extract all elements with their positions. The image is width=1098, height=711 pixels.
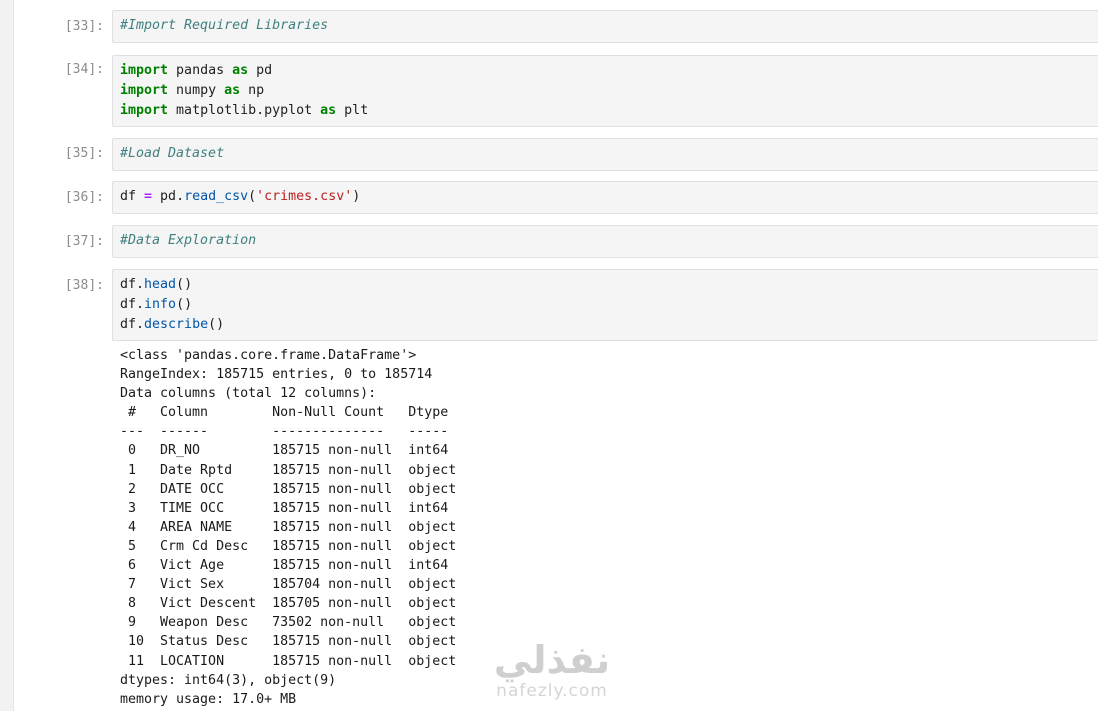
cell-prompt: [35]: [64, 146, 104, 161]
code-comment: #Import Required Libraries [120, 18, 329, 33]
code-line-import-matplotlib: import matplotlib.pyplot as plt [120, 103, 369, 118]
code-comment: #Data Exploration [120, 233, 257, 248]
code-comment: #Load Dataset [120, 146, 225, 161]
code-line-describe: df.describe() [120, 317, 225, 332]
output-line: 10 Status Desc 185715 non-null object [120, 634, 457, 650]
watermark-latin: nafezly.com [496, 681, 608, 701]
output-line: # Column Non-Null Count Dtype [120, 405, 457, 421]
notebook-gutter [0, 0, 14, 711]
output-line: 0 DR_NO 185715 non-null int64 [120, 443, 457, 459]
cell-prompt: [34]: [64, 62, 104, 77]
cell-prompt: [38]: [64, 278, 104, 293]
cell-prompt: [37]: [64, 234, 104, 249]
output-line: 7 Vict Sex 185704 non-null object [120, 577, 457, 593]
cell-input[interactable]: #Import Required Libraries [112, 10, 1098, 43]
output-line: dtypes: int64(3), object(9) [120, 672, 337, 688]
output-line: RangeIndex: 185715 entries, 0 to 185714 [120, 367, 433, 383]
code-line-import-pandas: import pandas as pd [120, 63, 273, 78]
watermark-arabic: نفذلي [493, 638, 611, 682]
output-line: 4 AREA NAME 185715 non-null object [120, 519, 457, 535]
output-line: 5 Crm Cd Desc 185715 non-null object [120, 538, 457, 554]
output-line: <class 'pandas.core.frame.DataFrame'> [120, 348, 417, 363]
output-line: 11 LOCATION 185715 non-null object [120, 653, 457, 669]
cell-prompt: [36]: [64, 190, 104, 205]
output-line: 6 Vict Age 185715 non-null int64 [120, 558, 457, 574]
output-line: 2 DATE OCC 185715 non-null object [120, 481, 457, 497]
cell-output: <class 'pandas.core.frame.DataFrame'> Ran… [120, 346, 456, 709]
output-line: 8 Vict Descent 185705 non-null object [120, 596, 457, 612]
output-line: memory usage: 17.0+ MB [120, 691, 297, 707]
cell-input[interactable]: df.head() df.info() df.describe() [112, 269, 1098, 341]
cell-input[interactable]: df = pd.read_csv('crimes.csv') [112, 181, 1098, 214]
cell-input[interactable]: import pandas as pd import numpy as np i… [112, 55, 1098, 127]
nafezly-watermark: نفذلي nafezly.com [482, 640, 622, 702]
output-line: 1 Date Rptd 185715 non-null object [120, 462, 457, 478]
code-line-import-numpy: import numpy as np [120, 83, 265, 98]
output-line: Data columns (total 12 columns): [120, 386, 377, 402]
output-line: --- ------ -------------- ----- [120, 424, 457, 440]
code-line-head: df.head() [120, 277, 193, 292]
cell-input[interactable]: #Load Dataset [112, 138, 1098, 171]
cell-input[interactable]: #Data Exploration [112, 225, 1098, 258]
output-line: 3 TIME OCC 185715 non-null int64 [120, 500, 457, 516]
code-line-read-csv: df = pd.read_csv('crimes.csv') [120, 189, 361, 204]
code-line-info: df.info() [120, 297, 193, 312]
cell-prompt: [33]: [64, 19, 104, 34]
output-line: 9 Weapon Desc 73502 non-null object [120, 615, 457, 631]
